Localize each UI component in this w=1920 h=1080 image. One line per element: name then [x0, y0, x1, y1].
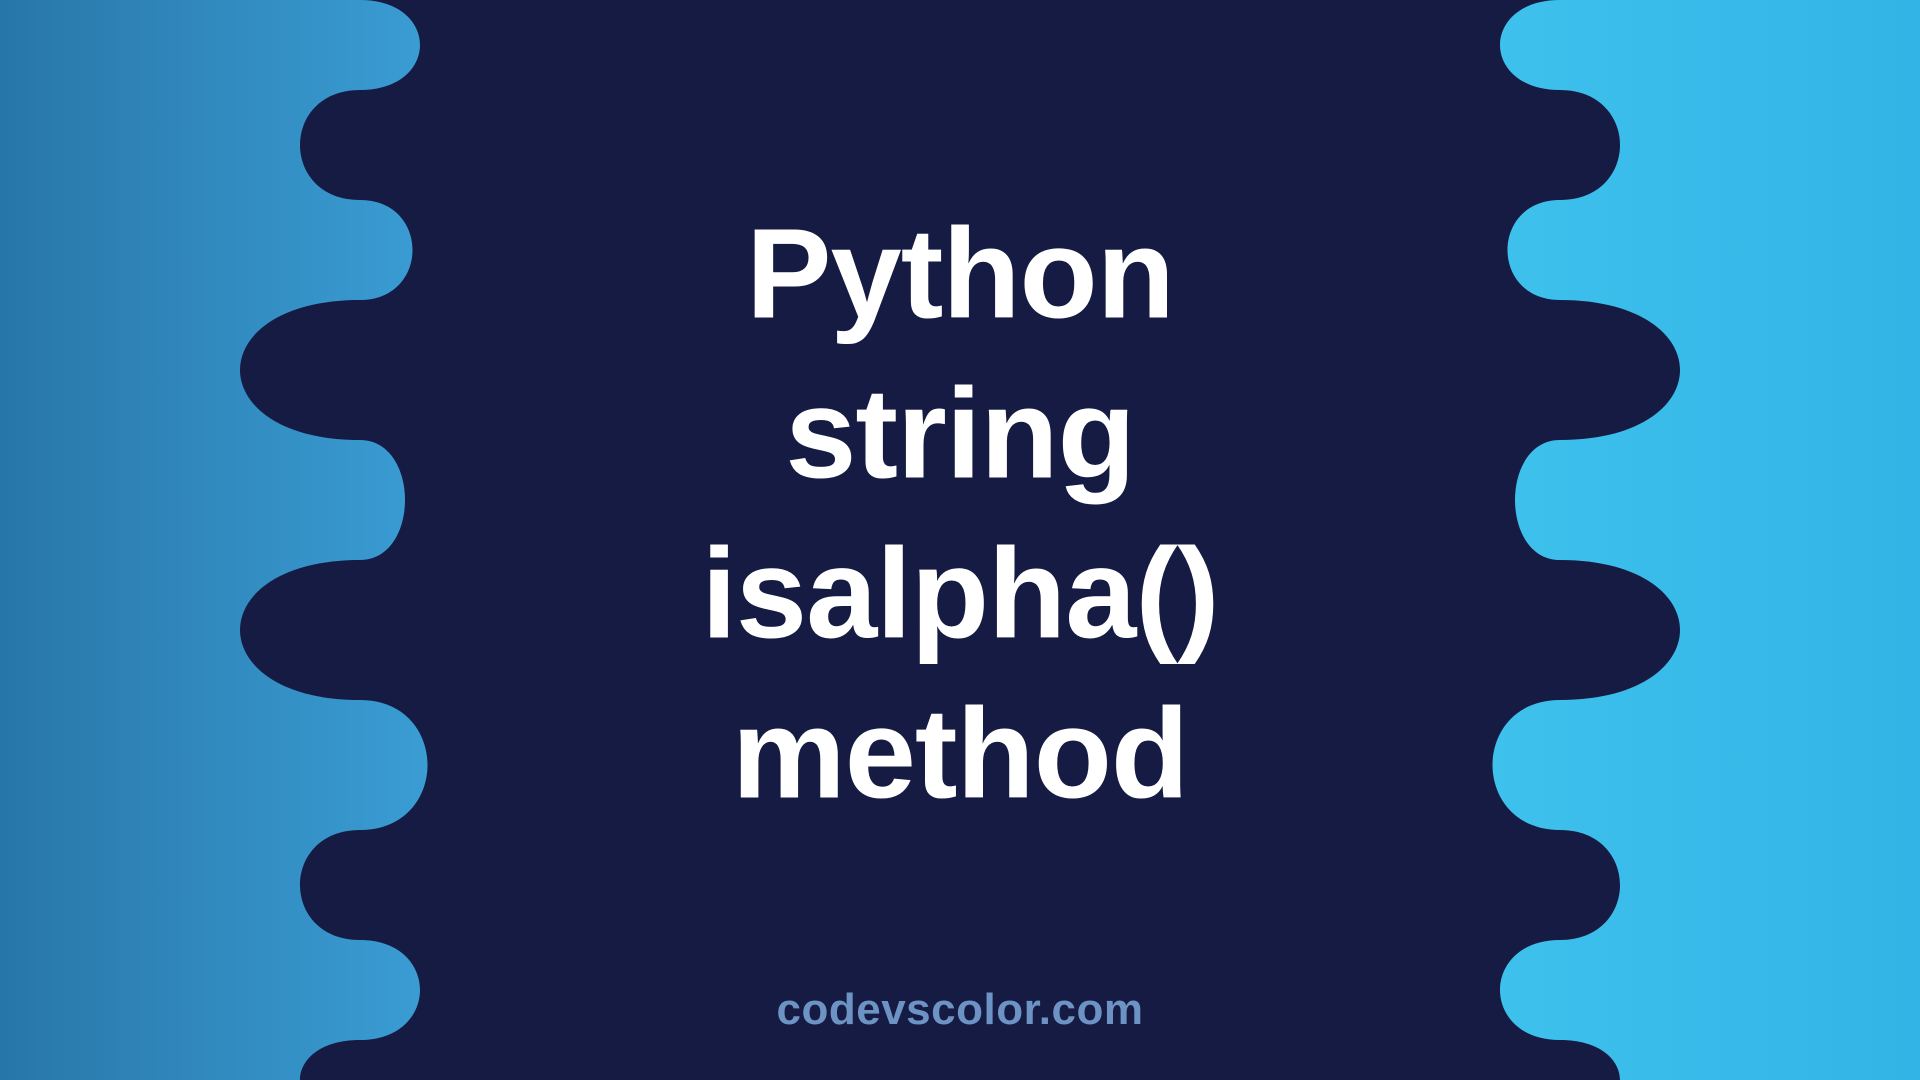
- title-line-1: Python: [701, 194, 1218, 354]
- title-line-2: string: [701, 354, 1218, 514]
- banner-card: Python string isalpha() method codevscol…: [0, 0, 1920, 1080]
- title-line-4: method: [701, 674, 1218, 834]
- banner-title: Python string isalpha() method: [701, 194, 1218, 834]
- title-line-3: isalpha(): [701, 514, 1218, 674]
- brand-watermark: codevscolor.com: [777, 985, 1144, 1035]
